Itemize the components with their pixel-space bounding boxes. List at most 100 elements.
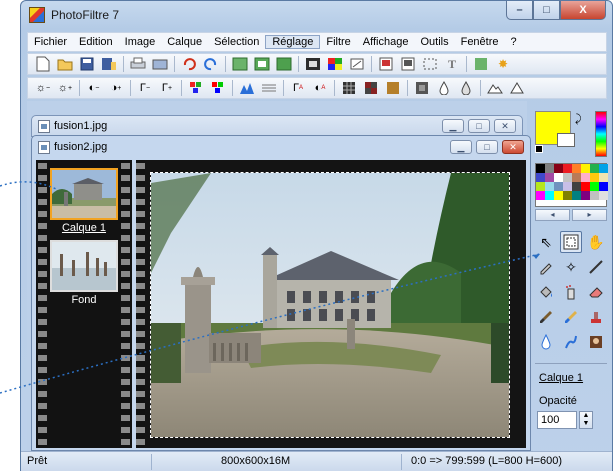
magic-wand-tool-icon[interactable]: ✧ [560, 256, 582, 278]
palette-swatch[interactable] [590, 164, 599, 173]
palette-swatch[interactable] [536, 182, 545, 191]
palette-swatch[interactable] [545, 191, 554, 200]
advanced-brush-tool-icon[interactable] [560, 306, 582, 328]
opacity-spinner[interactable]: ▲ ▼ [579, 411, 593, 429]
palette-swatch[interactable] [545, 173, 554, 182]
transform-icon[interactable] [348, 55, 366, 73]
text-icon[interactable]: T [443, 55, 461, 73]
doc-minimize-button[interactable]: ▁ [442, 119, 464, 133]
menu-fenetre[interactable]: Fenêtre [455, 36, 505, 48]
palette-swatch[interactable] [563, 164, 572, 173]
filter-icon[interactable] [413, 79, 431, 97]
palette-swatch[interactable] [563, 173, 572, 182]
palette-swatch[interactable] [536, 164, 545, 173]
doc-maximize-button[interactable]: □ [468, 119, 490, 133]
layer-thumbnail-calque1[interactable] [50, 168, 118, 220]
fill-tool-icon[interactable] [535, 281, 557, 303]
contrast-minus-icon[interactable]: ◐ − [85, 79, 103, 97]
new-icon[interactable] [34, 55, 52, 73]
menu-filtre[interactable]: Filtre [320, 36, 356, 48]
doc-close-button[interactable]: ✕ [502, 140, 524, 154]
layer-thumbnail-fond[interactable] [50, 240, 118, 292]
clone-tool-icon[interactable] [585, 331, 607, 353]
palette-prev-button[interactable]: ◂ [535, 209, 570, 221]
menu-selection[interactable]: Sélection [208, 36, 265, 48]
image-info-icon[interactable] [377, 55, 395, 73]
brightness-minus-icon[interactable]: ☼ − [34, 79, 52, 97]
gamma-minus-icon[interactable]: Γ − [136, 79, 154, 97]
palette-swatch[interactable] [572, 173, 581, 182]
image-canvas[interactable] [150, 172, 510, 438]
palette-swatch[interactable] [536, 173, 545, 182]
levels-icon[interactable] [260, 79, 278, 97]
paste-icon[interactable] [275, 55, 293, 73]
histogram-icon[interactable] [238, 79, 256, 97]
triangle-icon[interactable] [508, 79, 526, 97]
palette-swatch[interactable] [581, 191, 590, 200]
menu-help[interactable]: ? [505, 36, 523, 48]
saturation-minus-icon[interactable] [187, 79, 205, 97]
saturation-plus-icon[interactable] [209, 79, 227, 97]
palette-swatch[interactable] [572, 164, 581, 173]
palette-swatch[interactable] [545, 182, 554, 191]
menu-image[interactable]: Image [119, 36, 162, 48]
palette-swatch[interactable] [554, 182, 563, 191]
opacity-input[interactable]: 100 [537, 411, 577, 429]
drop-outline-icon[interactable] [457, 79, 475, 97]
minimize-button[interactable]: – [506, 1, 533, 20]
scan-icon[interactable] [151, 55, 169, 73]
palette-swatch[interactable] [545, 164, 554, 173]
doc-close-button[interactable]: ✕ [494, 119, 516, 133]
swap-colors-icon[interactable]: ⤸ [575, 113, 582, 126]
palette-swatch[interactable] [554, 191, 563, 200]
eraser-tool-icon[interactable] [585, 281, 607, 303]
redo-icon[interactable] [202, 55, 220, 73]
default-colors-icon[interactable] [535, 145, 543, 153]
copy-icon[interactable] [253, 55, 271, 73]
drop-icon[interactable] [435, 79, 453, 97]
palette-next-button[interactable]: ▸ [572, 209, 607, 221]
background-color-swatch[interactable] [557, 133, 575, 147]
eyedropper-tool-icon[interactable] [535, 256, 557, 278]
palette-swatch[interactable] [581, 173, 590, 182]
spray-tool-icon[interactable] [560, 281, 582, 303]
layer-info-icon[interactable] [399, 55, 417, 73]
auto-contrast-icon[interactable]: ◐ A [311, 79, 329, 97]
pattern-icon[interactable] [384, 79, 402, 97]
palette-swatch[interactable] [554, 164, 563, 173]
grid-icon[interactable] [340, 79, 358, 97]
blur-tool-icon[interactable] [535, 331, 557, 353]
active-layer-name[interactable]: Calque 1 [539, 372, 583, 384]
close-button[interactable]: X [560, 1, 606, 20]
menu-reglage[interactable]: Réglage [265, 35, 321, 49]
line-tool-icon[interactable] [585, 256, 607, 278]
selection-icon[interactable] [421, 55, 439, 73]
menu-edition[interactable]: Edition [73, 36, 119, 48]
document-window-back[interactable]: fusion1.jpg ▁ □ ✕ [31, 115, 523, 137]
menu-calque[interactable]: Calque [161, 36, 208, 48]
palette-swatch[interactable] [536, 191, 545, 200]
mountain-icon[interactable] [486, 79, 504, 97]
gamma-plus-icon[interactable]: Γ + [158, 79, 176, 97]
auto-levels-icon[interactable]: ΓA [289, 79, 307, 97]
undo-icon[interactable] [180, 55, 198, 73]
palette-swatch[interactable] [554, 173, 563, 182]
menu-affichage[interactable]: Affichage [357, 36, 415, 48]
color-palette[interactable] [535, 163, 608, 207]
palette-swatch[interactable] [563, 182, 572, 191]
title-bar[interactable]: PhotoFiltre 7 – □ X [21, 1, 612, 29]
palette-swatch[interactable] [599, 182, 608, 191]
menu-fichier[interactable]: Fichier [28, 36, 73, 48]
palette-swatch[interactable] [599, 164, 608, 173]
palette-swatch[interactable] [590, 173, 599, 182]
selection-tool-icon[interactable] [560, 231, 582, 253]
hand-tool-icon[interactable]: ✋ [585, 231, 607, 253]
color-spectrum-bar[interactable] [595, 111, 607, 157]
brightness-plus-icon[interactable]: ☼ + [56, 79, 74, 97]
doc-minimize-button[interactable]: ▁ [450, 140, 472, 154]
print-icon[interactable] [129, 55, 147, 73]
paste-layer-icon[interactable] [231, 55, 249, 73]
palette-swatch[interactable] [581, 182, 590, 191]
palette-swatch[interactable] [572, 191, 581, 200]
palette-swatch[interactable] [590, 191, 599, 200]
